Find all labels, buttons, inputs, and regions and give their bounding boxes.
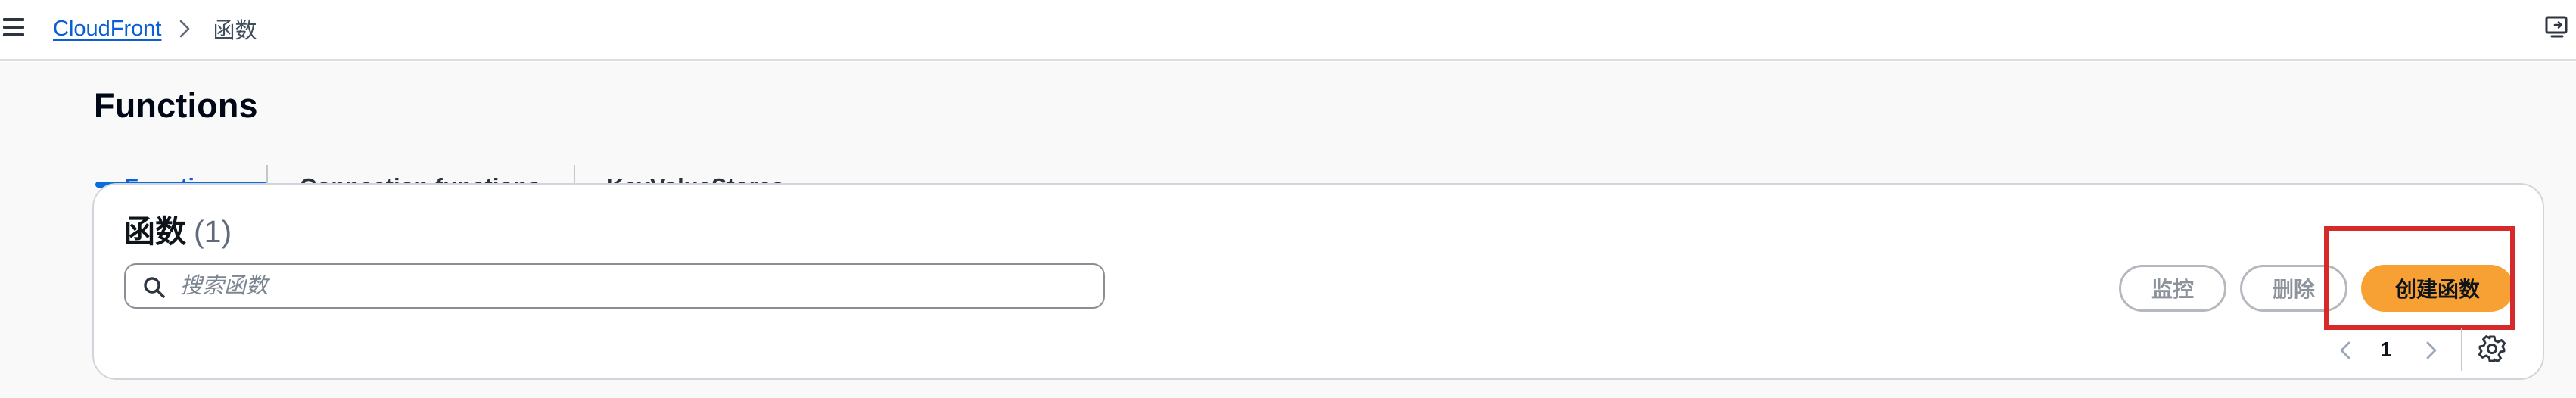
top-navigation-bar: CloudFront 函数 <box>0 0 2576 61</box>
gear-icon[interactable] <box>2478 334 2506 363</box>
breadcrumb-cloudfront-link[interactable]: CloudFront <box>53 17 161 42</box>
search-icon <box>142 275 166 300</box>
panel-title: 函数 (1) <box>124 206 232 251</box>
page-title: Functions <box>94 86 258 125</box>
chevron-right-icon <box>179 19 196 39</box>
monitor-button[interactable]: 监控 <box>2119 265 2226 312</box>
breadcrumb: CloudFront 函数 <box>53 14 257 44</box>
pagination-page-1[interactable]: 1 <box>2373 334 2399 365</box>
panel-item-count: (1) <box>194 214 232 249</box>
pagination-divider <box>2461 328 2462 371</box>
search-input[interactable] <box>180 269 1088 303</box>
delete-button[interactable]: 删除 <box>2240 265 2347 312</box>
search-field[interactable] <box>124 263 1105 309</box>
chevron-right-icon[interactable] <box>2420 333 2443 368</box>
hamburger-menu-icon[interactable] <box>3 18 24 36</box>
chevron-left-icon[interactable] <box>2334 333 2357 368</box>
panel-title-text: 函数 <box>124 214 186 249</box>
screen-share-icon[interactable] <box>2544 15 2570 39</box>
breadcrumb-current: 函数 <box>213 19 257 43</box>
create-function-button[interactable]: 创建函数 <box>2361 265 2514 312</box>
